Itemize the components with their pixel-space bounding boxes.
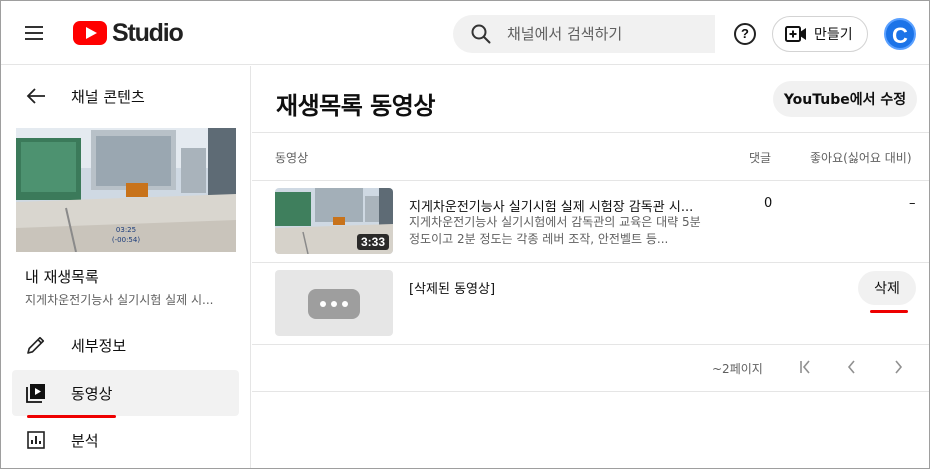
playlist-title: 내 재생목록 <box>25 268 99 286</box>
arrow-back-icon <box>26 88 45 104</box>
likes-ratio: – <box>909 196 916 211</box>
first-page-icon[interactable] <box>794 355 818 379</box>
sidebar-item-details[interactable]: 세부정보 <box>12 322 239 368</box>
thumbnail-time: 03:25 <box>116 226 136 234</box>
comments-count: 0 <box>764 196 773 211</box>
video-thumbnail[interactable]: 3:33 <box>275 188 393 254</box>
thumbnail-offset: (-00:54) <box>112 236 140 244</box>
create-video-icon <box>785 26 806 42</box>
create-label: 만들기 <box>814 27 853 43</box>
more-dots-icon <box>308 289 360 319</box>
next-page-icon[interactable] <box>886 355 910 379</box>
divider <box>252 391 929 392</box>
playlist-thumbnail-image: 03:25 (-00:54) <box>16 128 236 252</box>
deleted-video-title: [삭제된 동영상] <box>409 282 496 297</box>
page-title: 재생목록 동영상 <box>276 92 435 120</box>
back-label: 채널 콘텐츠 <box>71 87 145 106</box>
sidebar-item-label: 동영상 <box>71 384 113 403</box>
create-button[interactable]: 만들기 <box>772 16 868 52</box>
youtube-play-icon <box>73 21 107 45</box>
column-header-video[interactable]: 동영상 <box>275 149 308 166</box>
highlight-underline <box>870 310 908 313</box>
column-header-likes[interactable]: 좋아요(싫어요 대비) <box>810 149 912 166</box>
avatar[interactable]: C <box>884 18 916 50</box>
deleted-video-thumbnail <box>275 270 393 336</box>
pagination-label: ~2페이지 <box>712 362 763 376</box>
top-bar: Studio ? 만들기 C <box>1 1 929 65</box>
main-content: 재생목록 동영상 YouTube에서 수정 동영상 댓글 좋아요(싫어요 대비) <box>252 66 929 468</box>
edit-on-youtube-button[interactable]: YouTube에서 수정 <box>773 81 917 117</box>
analytics-icon <box>27 431 45 449</box>
sidebar-item-label: 분석 <box>71 431 99 450</box>
column-header-comments[interactable]: 댓글 <box>749 149 771 166</box>
playlist-subtitle: 지게차운전기능사 실기시험 실제 시... <box>25 293 214 307</box>
logo-text: Studio <box>112 18 184 47</box>
sidebar-item-label: 세부정보 <box>71 336 127 355</box>
menu-icon[interactable] <box>23 23 49 45</box>
delete-button[interactable]: 삭제 <box>858 271 916 305</box>
video-title[interactable]: 지게차운전기능사 실기시험 실제 시험장 감독관 시... <box>409 196 709 215</box>
pencil-icon <box>27 336 45 354</box>
sidebar: 채널 콘텐츠 03:25 (-00:54) 내 재생목록 지게차운전기능사 실기… <box>1 66 251 468</box>
search-box[interactable] <box>453 15 715 53</box>
divider <box>252 180 929 181</box>
previous-page-icon[interactable] <box>840 355 864 379</box>
playlist-thumbnail[interactable]: 03:25 (-00:54) <box>16 128 236 252</box>
divider <box>252 344 929 345</box>
sidebar-item-videos[interactable]: 동영상 <box>12 370 239 416</box>
divider <box>252 132 929 133</box>
search-icon <box>471 24 491 44</box>
search-input[interactable] <box>507 25 697 43</box>
duration-badge: 3:33 <box>356 234 389 250</box>
sidebar-item-analytics[interactable]: 분석 <box>12 417 239 463</box>
help-icon[interactable]: ? <box>734 23 756 45</box>
back-to-channel-content[interactable]: 채널 콘텐츠 <box>1 78 250 114</box>
studio-window: Studio ? 만들기 C <box>0 0 930 469</box>
studio-logo[interactable]: Studio <box>73 18 184 47</box>
divider <box>252 262 929 263</box>
video-description: 지게차운전기능사 실기시험에서 감독관의 교육은 대략 5분 정도이고 2분 정… <box>409 215 701 246</box>
video-playlist-icon <box>26 384 45 403</box>
